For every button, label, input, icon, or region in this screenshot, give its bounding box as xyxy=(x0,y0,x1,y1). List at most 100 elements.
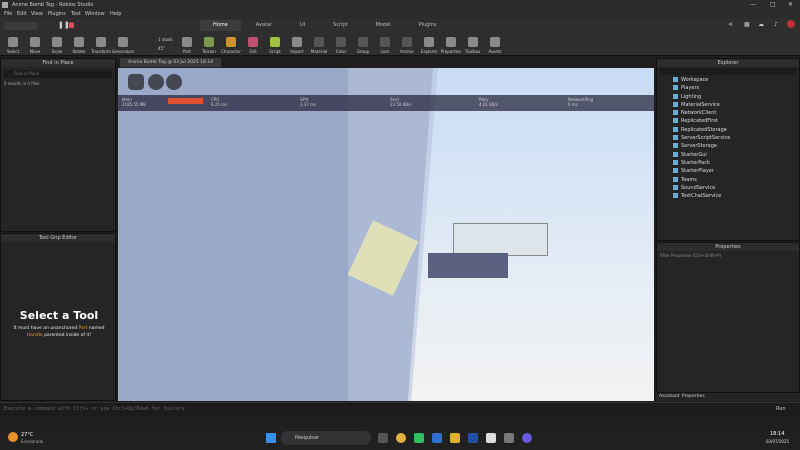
material-tool[interactable]: Material xyxy=(308,37,330,54)
assets-tool[interactable]: Assets xyxy=(484,37,506,54)
weather-temp: 27°C xyxy=(21,432,34,438)
app-icon[interactable] xyxy=(504,433,514,443)
tab-avatar[interactable]: Avatar xyxy=(243,20,285,31)
script-tool[interactable]: Script xyxy=(264,37,286,54)
photoshop-icon[interactable] xyxy=(468,433,478,443)
vscode-icon[interactable] xyxy=(432,433,442,443)
menu-bar: File Edit View Plugins Test Window Help xyxy=(0,10,800,18)
tree-item[interactable]: Players xyxy=(657,84,799,92)
close-button[interactable]: ✕ xyxy=(788,1,793,8)
generators-tool[interactable]: Generators xyxy=(112,37,134,54)
tab-assistant[interactable]: Assistant xyxy=(659,394,680,399)
group-tool[interactable]: Group xyxy=(352,37,374,54)
discord-icon[interactable] xyxy=(522,433,532,443)
share-icon[interactable]: ⋖ xyxy=(728,21,733,28)
tool-label: Properties xyxy=(440,49,462,54)
tab-home[interactable]: Home xyxy=(200,20,241,31)
bridge[interactable] xyxy=(453,223,548,256)
menu-window[interactable]: Window xyxy=(85,11,105,17)
clock-time: 18:14 xyxy=(770,431,785,437)
platform[interactable] xyxy=(428,253,508,278)
tree-item[interactable]: ServerScriptService xyxy=(657,134,799,142)
menu-plugins[interactable]: Plugins xyxy=(48,11,66,17)
scale-tool[interactable]: Scale xyxy=(46,37,68,54)
gui-icon xyxy=(248,37,258,47)
select-tool[interactable]: Select xyxy=(2,37,24,54)
color-tool[interactable]: Color xyxy=(330,37,352,54)
lock-icon xyxy=(380,37,390,47)
stat-value: 4.61 KB/s xyxy=(479,102,498,107)
viewport-tab[interactable]: Anime Bomb Tag @ 03 Jul 2025 18:14 xyxy=(120,58,222,67)
tree-item[interactable]: StarterGui xyxy=(657,151,799,159)
rotate-tool[interactable]: Rotate xyxy=(68,37,90,54)
tree-item[interactable]: Teams xyxy=(657,176,799,184)
terrain-tool[interactable]: Terrain xyxy=(198,37,220,54)
roblox-menu-icon[interactable] xyxy=(128,74,144,90)
bell-icon[interactable]: ♪ xyxy=(774,21,778,28)
folder-icon[interactable] xyxy=(450,433,460,443)
taskview-icon[interactable] xyxy=(378,433,388,443)
tree-item[interactable]: Lighting xyxy=(657,93,799,101)
character-tool[interactable]: Character xyxy=(220,37,242,54)
tree-item[interactable]: StarterPlayer xyxy=(657,167,799,175)
avatar[interactable] xyxy=(787,20,795,28)
tree-item[interactable]: ReplicatedStorage xyxy=(657,126,799,134)
roblox-icon[interactable] xyxy=(486,433,496,443)
lock-tool[interactable]: Lock xyxy=(374,37,396,54)
anchor-tool[interactable]: Anchor xyxy=(396,37,418,54)
stop-button[interactable]: ■ xyxy=(68,21,75,29)
minimize-button[interactable]: — xyxy=(750,1,756,8)
explorer-tool[interactable]: Explorer xyxy=(418,37,440,54)
properties-filter[interactable]: Filter Properties (Ctrl+Shift+P) xyxy=(660,252,796,259)
tab-script[interactable]: Script xyxy=(320,20,361,31)
cloud-icon[interactable]: ☁ xyxy=(758,21,764,28)
menu-edit[interactable]: Edit xyxy=(17,11,27,17)
tab-model[interactable]: Model xyxy=(363,20,404,31)
find-input[interactable]: Find in Place xyxy=(4,70,112,78)
whatsapp-icon[interactable] xyxy=(414,433,424,443)
tree-item[interactable]: MaterialService xyxy=(657,101,799,109)
viewport[interactable]: Anime Bomb Tag @ 03 Jul 2025 18:14 Mem 21… xyxy=(118,58,654,401)
panel-title: Find in Place xyxy=(1,59,115,67)
toolbox-tool[interactable]: Toolbox xyxy=(462,37,484,54)
explorer-filter[interactable] xyxy=(660,68,796,75)
tree-item[interactable]: StarterPack xyxy=(657,159,799,167)
script-icon xyxy=(270,37,280,47)
grid-icon[interactable]: ▦ xyxy=(744,21,750,28)
part-tool[interactable]: Part xyxy=(176,37,198,54)
menu-test[interactable]: Test xyxy=(71,11,81,17)
tab-properties[interactable]: Properties xyxy=(682,394,705,399)
maximize-button[interactable]: □ xyxy=(770,1,776,8)
tab-plugins[interactable]: Plugins xyxy=(406,20,450,31)
windows-start-icon[interactable] xyxy=(266,433,276,443)
game-scene[interactable]: Mem 2185.55 MB CPU 6.25 ms GPU 3.37 ms Sent… xyxy=(118,68,654,401)
chrome-icon[interactable] xyxy=(396,433,406,443)
tree-item[interactable]: Workspace xyxy=(657,76,799,84)
tree-item[interactable]: ServerStorage xyxy=(657,142,799,150)
menu-file[interactable]: File xyxy=(4,11,12,17)
tool-label: Transform xyxy=(91,49,111,54)
taskbar: 27°C Ensolarado Pesquisar 18:14 03/07/20… xyxy=(0,428,800,450)
menu-icon[interactable] xyxy=(148,74,164,90)
tree-label: SoundService xyxy=(681,184,716,191)
stat-cpu: CPU 6.25 ms xyxy=(211,97,227,107)
command-input[interactable]: Execute a command with Ctrl+ or use Ctrl… xyxy=(4,406,185,412)
move-tool[interactable]: Move xyxy=(24,37,46,54)
mode-select[interactable] xyxy=(4,22,38,30)
gui-tool[interactable]: GUI xyxy=(242,37,264,54)
tree-label: ReplicatedStorage xyxy=(681,126,727,133)
tree-item[interactable]: TextChatService xyxy=(657,192,799,200)
taskbar-search[interactable]: Pesquisar xyxy=(281,431,371,445)
import-tool[interactable]: Import xyxy=(286,37,308,54)
menu-help[interactable]: Help xyxy=(110,11,121,17)
tree-item[interactable]: ReplicatedFirst xyxy=(657,117,799,125)
tab-ui[interactable]: UI xyxy=(287,20,318,31)
run-button[interactable]: Run xyxy=(776,406,786,412)
chat-icon[interactable] xyxy=(166,74,182,90)
menu-view[interactable]: View xyxy=(31,11,43,17)
transform-tool[interactable]: Transform xyxy=(90,37,112,54)
stat-value: 6.25 ms xyxy=(211,102,228,107)
properties-tool[interactable]: Properties xyxy=(440,37,462,54)
tree-item[interactable]: NetworkClient xyxy=(657,109,799,117)
tree-item[interactable]: SoundService xyxy=(657,184,799,192)
